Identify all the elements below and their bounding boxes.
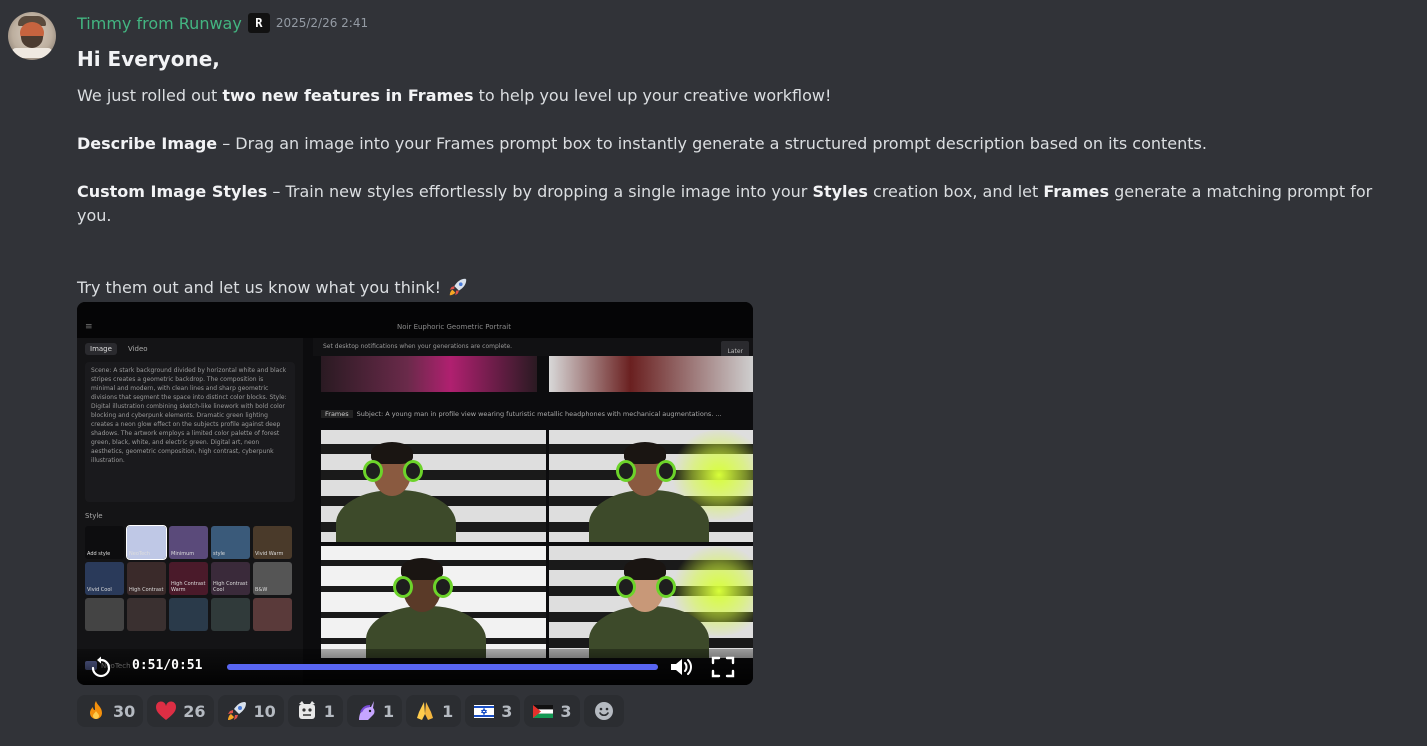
message-header: Timmy from Runway R 2025/2/26 2:41 xyxy=(77,12,368,34)
custom-unicorn-icon xyxy=(355,700,377,722)
reaction-button[interactable]: 3 xyxy=(524,695,580,727)
notification-banner: Set desktop notifications when your gene… xyxy=(313,338,753,363)
style-cell: B&W xyxy=(253,562,292,595)
rocket-icon xyxy=(226,700,248,722)
reaction-button[interactable]: 26 xyxy=(147,695,214,727)
custom-emoji-icon xyxy=(296,700,318,722)
video-controls: 0:51/0:51 xyxy=(77,649,753,685)
style-cell xyxy=(85,598,124,631)
style-cell: High Contrast Warm xyxy=(169,562,208,595)
message-paragraph-intro: We just rolled out two new features in F… xyxy=(77,86,832,105)
rocket-icon xyxy=(449,278,467,296)
video-progress-fill xyxy=(227,664,658,670)
message-timestamp[interactable]: 2025/2/26 2:41 xyxy=(276,16,368,30)
message-paragraph-describe-image: Describe Image – Drag an image into your… xyxy=(77,134,1207,153)
message-paragraph-custom-styles: Custom Image Styles – Train new styles e… xyxy=(77,182,1373,225)
style-cell: High Contrast Cool xyxy=(211,562,250,595)
fullscreen-icon[interactable] xyxy=(710,655,736,679)
reaction-count: 1 xyxy=(442,701,454,721)
reaction-button[interactable]: 30 xyxy=(77,695,144,727)
video-app-gallery: Set desktop notifications when your gene… xyxy=(313,338,753,685)
video-app-title: Noir Euphoric Geometric Portrait xyxy=(397,323,511,331)
style-cell: Vivid Warm xyxy=(253,526,292,559)
style-cell xyxy=(169,598,208,631)
flag-palestine-icon xyxy=(532,700,554,722)
author-name[interactable]: Timmy from Runway xyxy=(77,14,242,33)
style-cell: Add style xyxy=(85,526,124,559)
gallery-image xyxy=(321,430,546,542)
style-cell: High Contrast xyxy=(127,562,166,595)
reaction-button[interactable]: 3 xyxy=(465,695,521,727)
menu-icon: ≡ xyxy=(85,322,93,332)
volume-icon[interactable] xyxy=(669,655,695,679)
tab-image: Image xyxy=(85,343,117,355)
gallery-image xyxy=(549,546,753,658)
reaction-count: 26 xyxy=(183,701,206,721)
folded-hands-icon xyxy=(414,700,436,722)
video-progress-bar[interactable] xyxy=(227,664,658,670)
message-content: Hi Everyone, We just rolled out two new … xyxy=(77,46,1407,300)
reaction-button[interactable]: 10 xyxy=(217,695,284,727)
video-app-topbar: ≡ Noir Euphoric Geometric Portrait xyxy=(77,302,753,338)
app-badge-icon[interactable]: R xyxy=(247,13,270,33)
video-app-tabs: Image Video xyxy=(85,343,153,355)
reaction-button[interactable]: 1 xyxy=(287,695,343,727)
gallery-image-previous-1 xyxy=(321,356,537,392)
avatar-base xyxy=(12,48,52,58)
replay-icon[interactable] xyxy=(89,655,113,679)
prompt-line: Frames Subject: A young man in profile vi… xyxy=(321,410,753,418)
reaction-count: 3 xyxy=(501,701,513,721)
style-cell xyxy=(211,598,250,631)
tab-video: Video xyxy=(127,345,148,353)
video-app-sidebar: Image Video Scene: A stark background di… xyxy=(77,338,303,685)
video-player[interactable]: ≡ Noir Euphoric Geometric Portrait Image… xyxy=(77,302,753,685)
add-reaction-button[interactable] xyxy=(583,695,624,727)
style-cell: Vivid Cool xyxy=(85,562,124,595)
reaction-count: 10 xyxy=(253,701,276,721)
message-paragraph-closing: Try them out and let us know what you th… xyxy=(77,276,1407,300)
reaction-count: 3 xyxy=(560,701,572,721)
message-heading: Hi Everyone, xyxy=(77,47,220,71)
style-grid: Add style NeoTech Minimum style Vivid Warm Vi… xyxy=(85,525,295,631)
gallery-image xyxy=(321,546,546,658)
style-cell xyxy=(127,598,166,631)
gallery-image-previous-2 xyxy=(549,356,753,392)
style-header: Style xyxy=(85,512,103,520)
reaction-count: 1 xyxy=(382,701,395,721)
prompt-description: Scene: A stark background divided by hor… xyxy=(85,362,295,502)
style-cell: style xyxy=(211,526,250,559)
avatar-beard xyxy=(21,36,43,48)
reaction-count: 30 xyxy=(113,701,136,721)
reaction-button[interactable]: 1 xyxy=(346,695,403,727)
style-cell: NeoTech xyxy=(126,525,167,560)
fire-icon xyxy=(85,700,107,722)
video-time: 0:51/0:51 xyxy=(132,658,203,673)
style-cell: Minimum xyxy=(169,526,208,559)
reaction-count: 1 xyxy=(323,701,335,721)
reactions-bar: 30 26 10 1 1 1 3 3 xyxy=(77,695,624,727)
gallery-image xyxy=(549,430,753,542)
flag-israel-icon xyxy=(473,700,495,722)
heart-icon xyxy=(155,700,177,722)
author-avatar[interactable] xyxy=(8,12,56,60)
reaction-button[interactable]: 1 xyxy=(406,695,462,727)
style-cell xyxy=(253,598,292,631)
smiley-icon xyxy=(594,702,613,720)
